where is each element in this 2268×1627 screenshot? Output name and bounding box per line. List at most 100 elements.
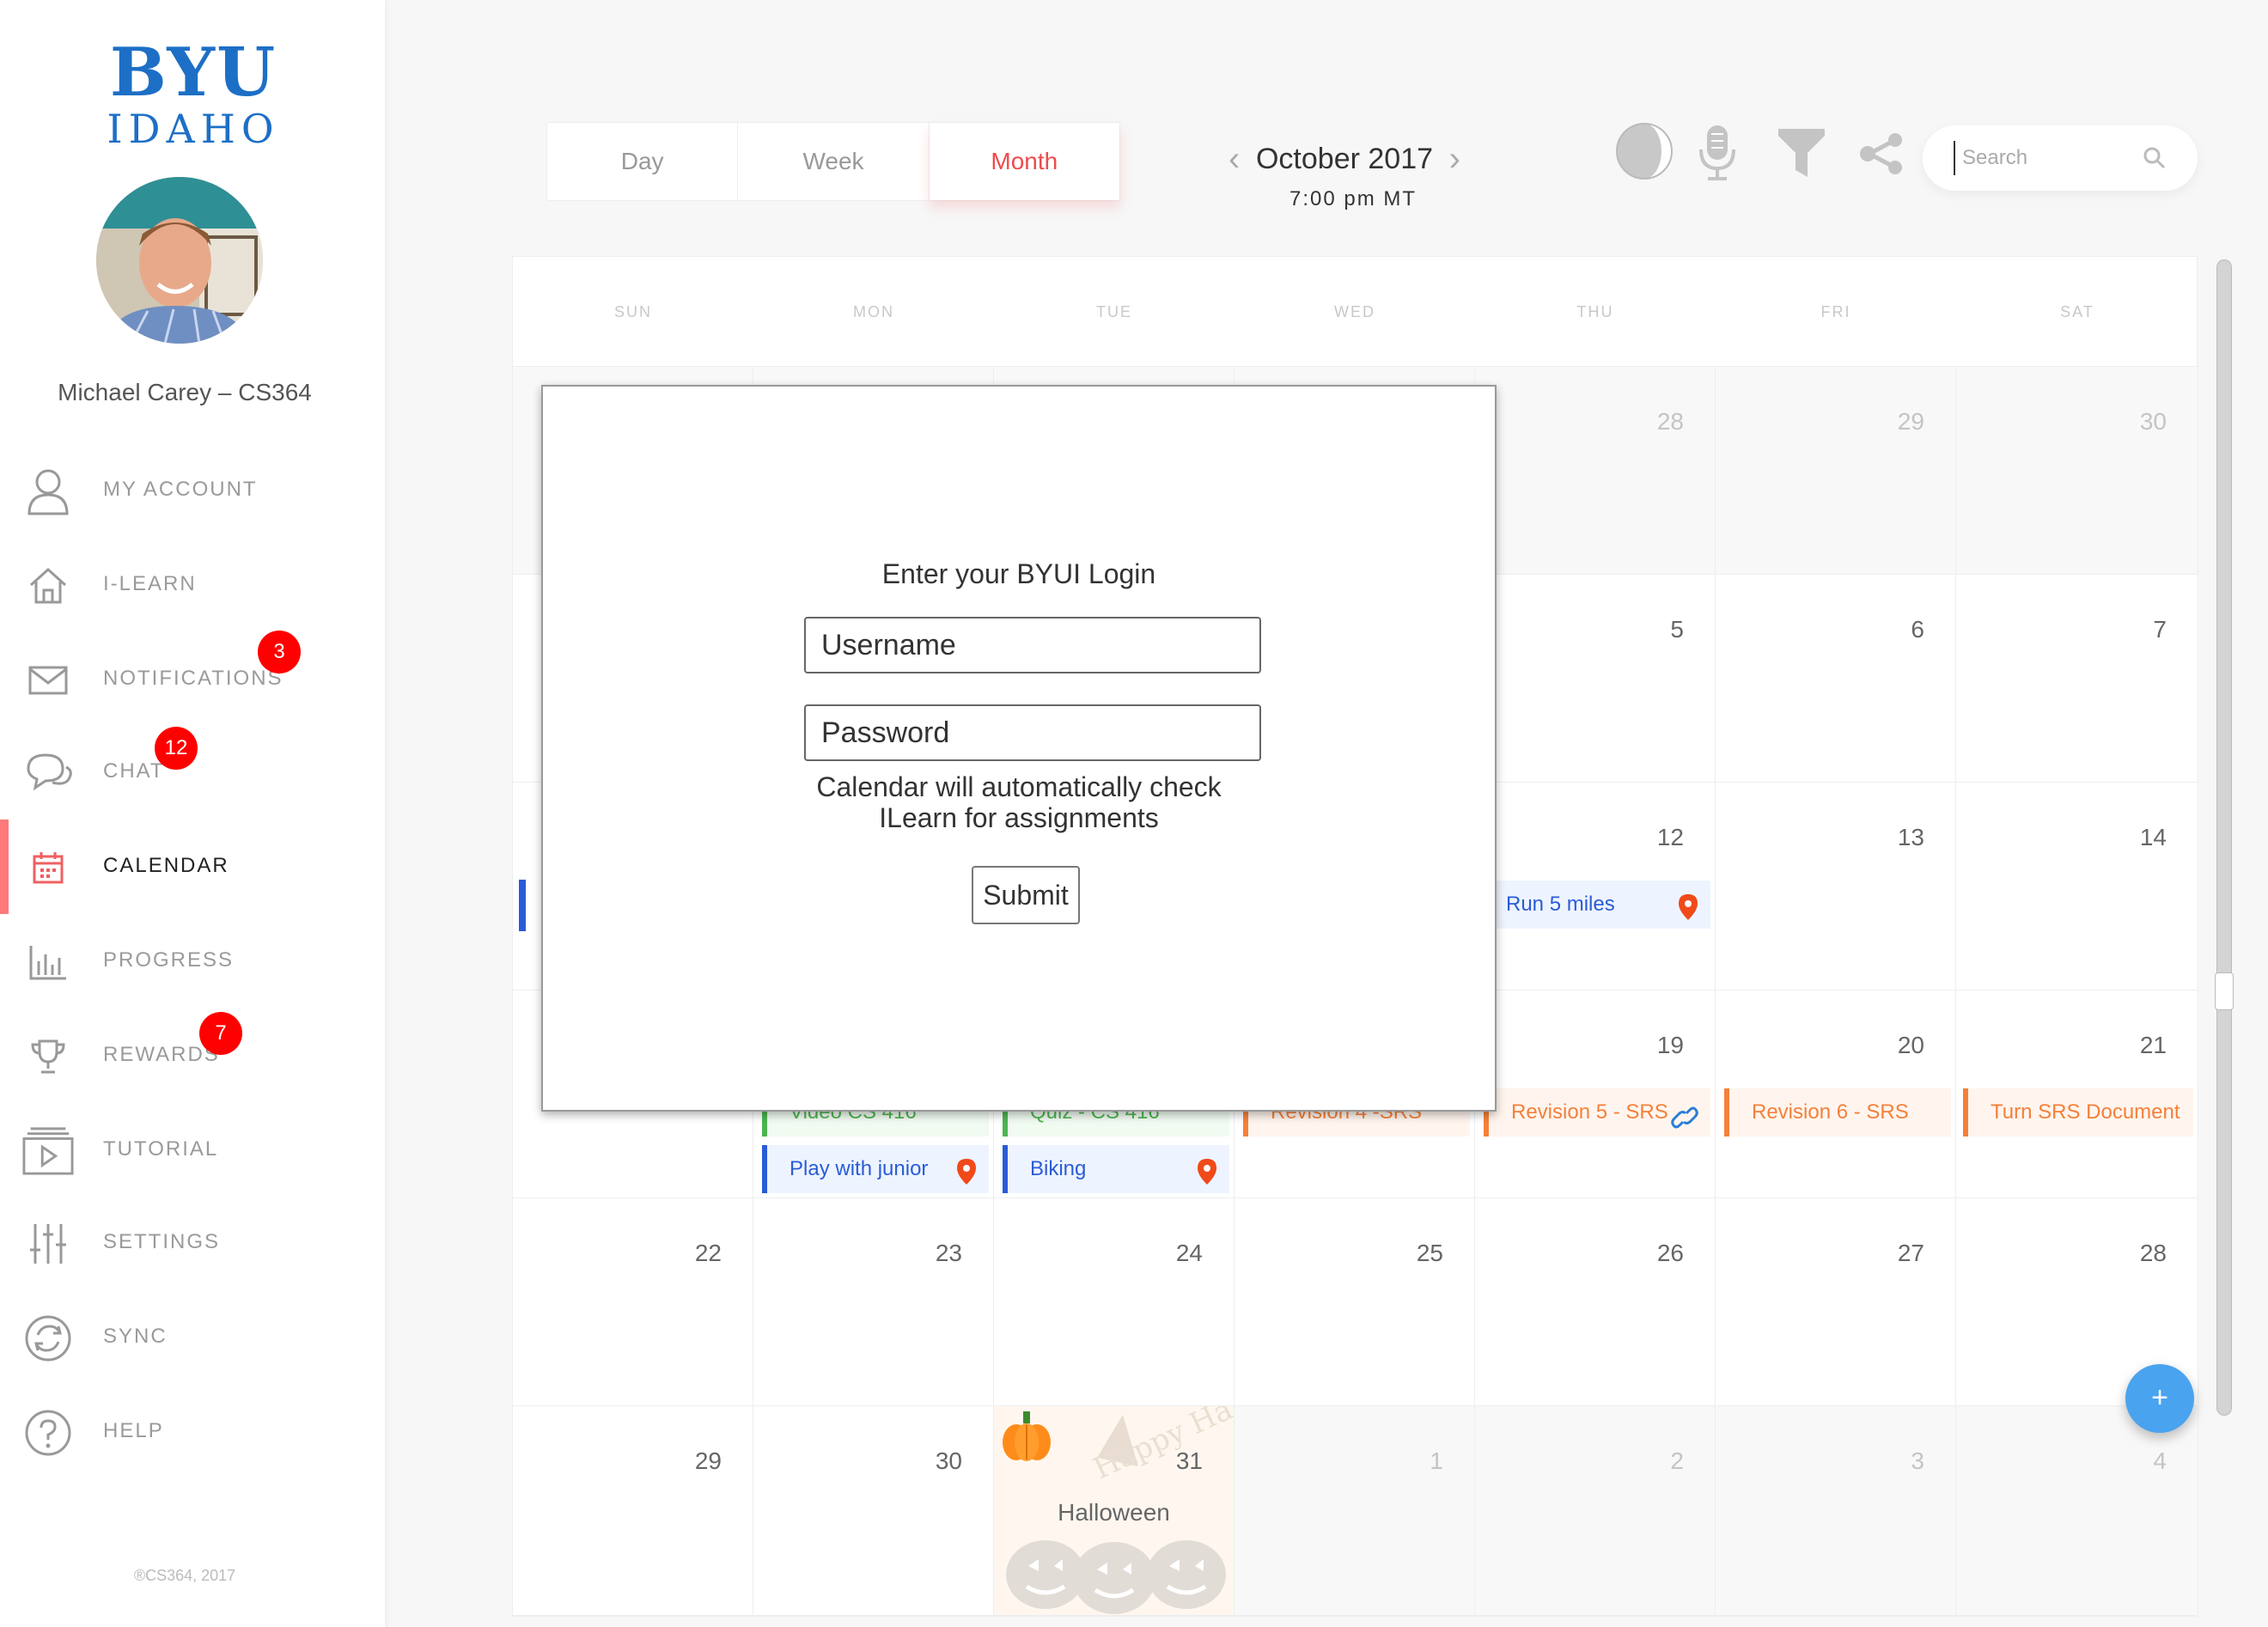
- event-title: Revision 5 - SRS: [1511, 1100, 1668, 1124]
- sidebar-item-progress[interactable]: PROGRESS: [0, 923, 385, 1000]
- event-marker[interactable]: [519, 880, 526, 931]
- tab-day[interactable]: Day: [547, 123, 739, 200]
- share-icon[interactable]: [1859, 132, 1904, 180]
- day-number: 28: [1656, 408, 1684, 435]
- day-number: 5: [1670, 616, 1684, 643]
- day-number: 27: [1897, 1240, 1924, 1266]
- weekday-label: TUE: [1096, 303, 1132, 320]
- calendar-icon: [22, 844, 74, 892]
- day-cell[interactable]: 26: [1475, 1198, 1716, 1406]
- day-cell[interactable]: 23: [753, 1198, 994, 1406]
- username-field[interactable]: [804, 617, 1261, 673]
- weekday-label: SUN: [613, 303, 652, 320]
- day-cell-halloween[interactable]: Happy Halloween 31 Halloween: [994, 1344, 1342, 1616]
- day-cell[interactable]: 14: [1956, 783, 2198, 990]
- day-cell[interactable]: 27: [1716, 1198, 1956, 1406]
- avatar[interactable]: [96, 177, 263, 344]
- sidebar-item-i-learn[interactable]: I-LEARN: [0, 546, 385, 624]
- day-number: 25: [1416, 1240, 1443, 1266]
- event-title: Run 5 miles: [1506, 893, 1615, 916]
- sidebar-item-label: CALENDAR: [103, 854, 229, 877]
- sidebar-item-sync[interactable]: SYNC: [0, 1299, 385, 1376]
- event-turn-srs[interactable]: Turn SRS Document: [1963, 1088, 2193, 1136]
- add-event-button[interactable]: +: [2125, 1364, 2194, 1433]
- location-pin-icon: [1197, 1155, 1217, 1193]
- day-cell[interactable]: 30: [1956, 367, 2198, 575]
- link-icon[interactable]: [1671, 1100, 1698, 1136]
- sidebar-item-label: SYNC: [103, 1325, 168, 1348]
- microphone-icon[interactable]: [1698, 124, 1737, 186]
- submit-button[interactable]: Submit: [972, 866, 1080, 924]
- day-cell[interactable]: 24: [994, 1198, 1235, 1406]
- month-title: October 2017: [1255, 142, 1434, 175]
- day-cell[interactable]: 1: [1235, 1406, 1475, 1616]
- help-icon: [22, 1409, 74, 1457]
- sidebar-item-notifications[interactable]: NOTIFICATIONS 3: [0, 631, 385, 718]
- day-cell[interactable]: 4: [1956, 1406, 2198, 1616]
- day-cell[interactable]: 29: [1716, 367, 1956, 575]
- day-cell[interactable]: 19 Revision 5 - SRS: [1475, 990, 1716, 1198]
- search-input[interactable]: [1954, 141, 2143, 175]
- pumpkin-icon: [999, 1410, 1054, 1467]
- sidebar-item-label: TUTORIAL: [103, 1137, 219, 1161]
- day-cell[interactable]: 20 Revision 6 - SRS: [1716, 990, 1956, 1198]
- prev-month-button[interactable]: ‹: [1228, 140, 1240, 179]
- day-cell[interactable]: 13: [1716, 783, 1956, 990]
- day-number: 28: [2139, 1240, 2167, 1266]
- day-cell[interactable]: 21 Turn SRS Document: [1956, 990, 2198, 1198]
- day-number: 1: [1430, 1447, 1443, 1474]
- scrollbar-thumb[interactable]: [2215, 972, 2234, 1010]
- active-indicator: [0, 820, 9, 914]
- moon-phase-icon[interactable]: [1615, 122, 1674, 185]
- day-number: 13: [1897, 824, 1924, 850]
- day-cell[interactable]: 3: [1716, 1406, 1956, 1616]
- month-navigator: ‹ October 2017 ›: [1228, 137, 1460, 180]
- filter-icon[interactable]: [1777, 127, 1826, 183]
- search-icon[interactable]: [2143, 146, 2167, 174]
- sidebar-item-settings[interactable]: SETTINGS: [0, 1204, 385, 1282]
- sidebar-item-chat[interactable]: CHAT 12: [0, 727, 385, 811]
- tab-week[interactable]: Week: [738, 123, 930, 200]
- sidebar-item-label: MY ACCOUNT: [103, 478, 258, 501]
- sidebar-item-help[interactable]: HELP: [0, 1393, 385, 1471]
- day-cell[interactable]: 5: [1475, 575, 1716, 783]
- tab-month[interactable]: Month: [930, 123, 1119, 200]
- event-run[interactable]: Run 5 miles: [1480, 881, 1710, 929]
- sidebar-item-rewards[interactable]: REWARDS 7: [0, 1012, 385, 1094]
- event-title: Biking: [1030, 1157, 1087, 1180]
- day-cell[interactable]: 7: [1956, 575, 2198, 783]
- modal-note-line: Calendar will automatically check: [816, 771, 1222, 802]
- byu-idaho-logo[interactable]: BYU IDAHO: [105, 38, 282, 150]
- trophy-icon: [22, 1033, 74, 1081]
- day-number: 19: [1656, 1032, 1684, 1058]
- next-month-button[interactable]: ›: [1449, 140, 1460, 179]
- day-cell[interactable]: 30: [753, 1406, 994, 1616]
- day-cell[interactable]: 12 Run 5 miles: [1475, 783, 1716, 990]
- day-cell[interactable]: 6: [1716, 575, 1956, 783]
- event-biking[interactable]: Biking: [1003, 1145, 1229, 1193]
- event-revision-5[interactable]: Revision 5 - SRS: [1484, 1088, 1710, 1136]
- day-number: 12: [1656, 824, 1684, 850]
- event-title: Play with junior: [790, 1157, 929, 1180]
- day-cell[interactable]: 28: [1475, 367, 1716, 575]
- event-revision-6[interactable]: Revision 6 - SRS: [1724, 1088, 1951, 1136]
- event-play[interactable]: Play with junior: [762, 1145, 989, 1193]
- day-cell[interactable]: 22: [513, 1198, 753, 1406]
- rewards-badge: 7: [199, 1012, 242, 1055]
- scrollbar-track[interactable]: [2216, 259, 2232, 1416]
- sidebar-item-label: SETTINGS: [103, 1230, 221, 1253]
- weekday-label: WED: [1334, 303, 1375, 320]
- sidebar-item-calendar[interactable]: CALENDAR: [0, 820, 385, 914]
- sidebar-item-tutorial[interactable]: TUTORIAL: [0, 1112, 385, 1189]
- day-cell[interactable]: 2: [1475, 1406, 1716, 1616]
- password-field[interactable]: [804, 704, 1261, 761]
- day-cell[interactable]: 29: [513, 1406, 753, 1616]
- copyright: ®CS364, 2017: [133, 1567, 236, 1584]
- weekday-label: FRI: [1820, 303, 1851, 320]
- day-cell[interactable]: 25: [1235, 1198, 1475, 1406]
- day-number: 2: [1670, 1447, 1684, 1474]
- search-box: [1923, 125, 2198, 191]
- event-title: Turn SRS Document: [1991, 1100, 2180, 1124]
- sync-icon: [22, 1314, 74, 1362]
- sidebar-item-my-account[interactable]: MY ACCOUNT: [0, 452, 385, 529]
